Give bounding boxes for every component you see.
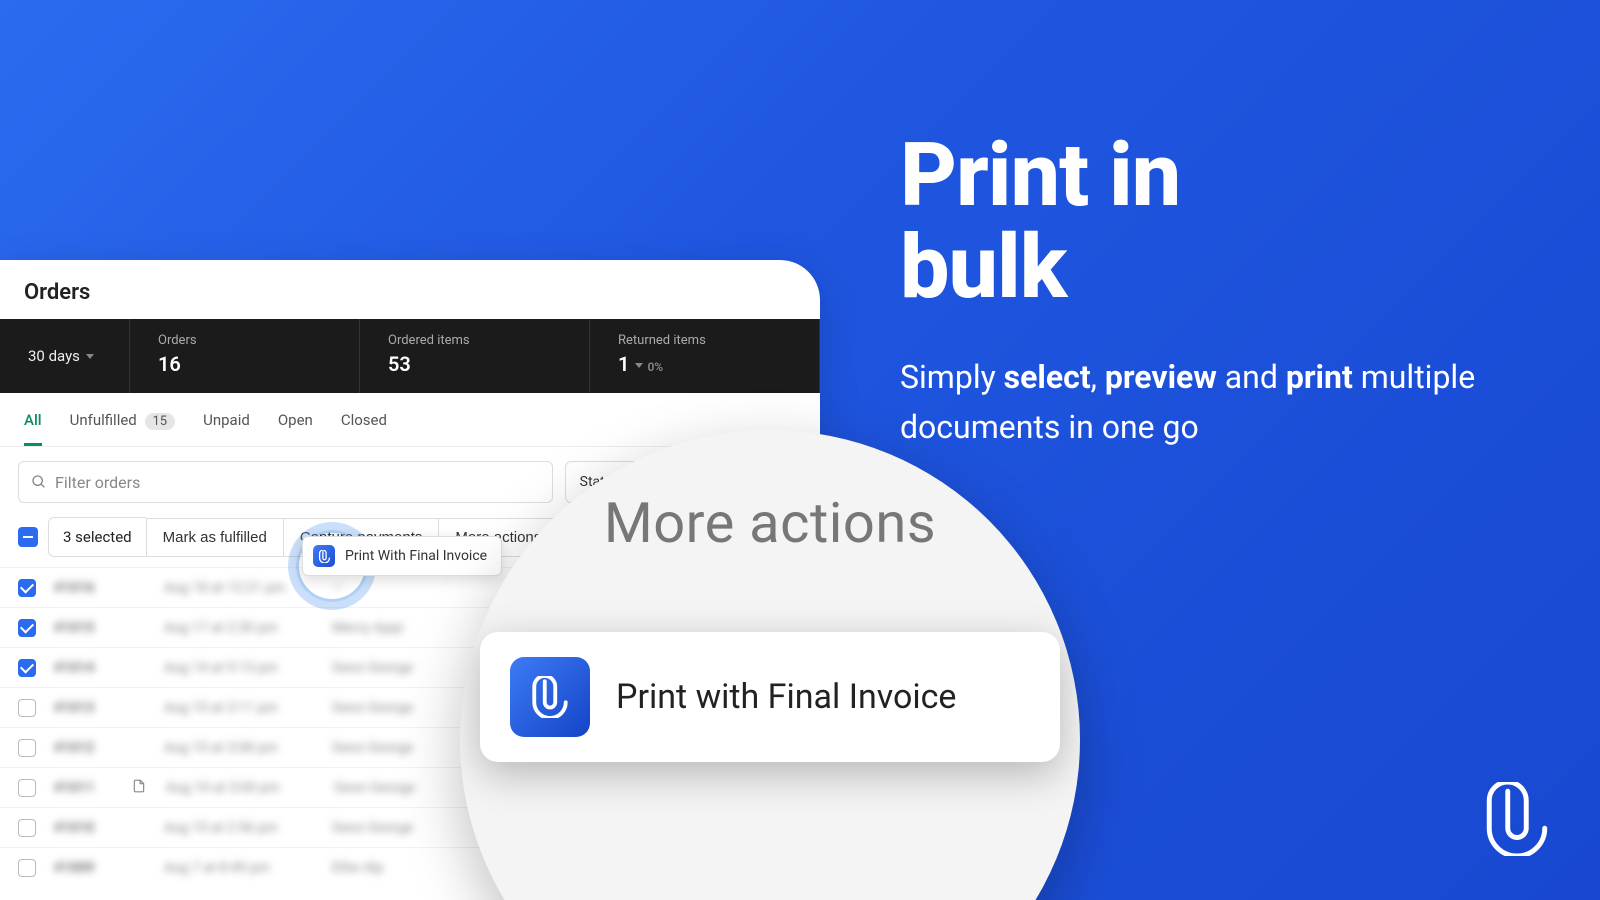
orders-title: Orders — [0, 260, 820, 319]
summary-bar: 30 days Orders 16 Ordered items 53 Retur… — [0, 319, 820, 393]
search-icon — [31, 474, 47, 490]
tab-unfulfilled-label: Unfulfilled — [70, 411, 137, 429]
order-customer: Geon George — [332, 820, 413, 836]
row-checkbox[interactable] — [18, 699, 36, 717]
timeframe-dropdown[interactable]: 30 days — [0, 319, 130, 393]
lens-header: More actions — [460, 490, 1080, 556]
order-id: #1013 — [54, 700, 114, 716]
order-id: #1012 — [54, 740, 114, 756]
tab-unfulfilled-badge: 15 — [145, 413, 176, 430]
print-menu-item[interactable]: Print with Final Invoice — [480, 632, 1060, 762]
stat-items: Ordered items 53 — [360, 319, 590, 393]
filter-placeholder: Filter orders — [55, 473, 140, 492]
tab-all[interactable]: All — [24, 411, 42, 446]
order-date: Aug 14 at 9:13 pm — [164, 660, 314, 676]
row-checkbox[interactable] — [18, 859, 36, 877]
hero-title: Print in bulk — [900, 130, 1500, 313]
order-customer: Geon George — [334, 780, 415, 796]
order-customer: — — [332, 580, 343, 596]
order-date: Aug 10 at 3:00 pm — [166, 780, 316, 796]
app-logo-icon — [510, 657, 590, 737]
tab-unpaid[interactable]: Unpaid — [203, 411, 250, 446]
row-checkbox[interactable] — [18, 739, 36, 757]
print-menu-item-label: Print with Final Invoice — [616, 677, 956, 717]
order-date: Aug 18 at 12:21 pm — [164, 580, 314, 596]
stat-returned-pct: 0% — [647, 360, 663, 374]
order-customer: Geon George — [332, 660, 413, 676]
stat-returned-value: 1 — [618, 352, 629, 376]
order-date: Aug 7 at 8:49 pm — [164, 860, 314, 876]
order-customer: Geon George — [332, 740, 413, 756]
mark-fulfilled-button[interactable]: Mark as fulfilled — [146, 518, 284, 557]
stat-returned-label: Returned items — [618, 333, 791, 348]
tab-open[interactable]: Open — [278, 411, 313, 446]
order-id: #1014 — [54, 660, 114, 676]
magnifier: More actions Print with Final Invoice — [460, 430, 1080, 900]
stat-items-label: Ordered items — [388, 333, 561, 348]
stat-orders-label: Orders — [158, 333, 331, 348]
order-customer: Ethe Alp — [332, 860, 384, 876]
order-date: Aug 10 at 2:56 pm — [164, 820, 314, 836]
order-customer: Mercy Ajayi — [332, 620, 404, 636]
order-id: #1011 — [54, 780, 114, 796]
order-date: Aug 10 at 3:08 pm — [164, 740, 314, 756]
row-checkbox[interactable] — [18, 659, 36, 677]
stat-items-value: 53 — [388, 352, 561, 376]
row-checkbox[interactable] — [18, 579, 36, 597]
stat-returned: Returned items 1 0% — [590, 319, 820, 393]
stat-orders-value: 16 — [158, 352, 331, 376]
select-all-checkbox[interactable] — [18, 527, 38, 547]
order-id: #1015 — [54, 620, 114, 636]
order-date: Aug 17 at 2:30 pm — [164, 620, 314, 636]
app-logo-icon — [313, 545, 335, 567]
order-id: #1016 — [54, 580, 114, 596]
brand-logo-icon — [1480, 782, 1554, 860]
tab-closed[interactable]: Closed — [341, 411, 387, 446]
selected-count: 3 selected — [48, 517, 146, 557]
stat-orders: Orders 16 — [130, 319, 360, 393]
order-date: Aug 10 at 3:11 pm — [164, 700, 314, 716]
hero-title-line2: bulk — [900, 216, 1066, 319]
timeframe-label: 30 days — [28, 347, 80, 365]
hero-text: Print in bulk Simply select, preview and… — [900, 130, 1500, 452]
order-customer: Geon George — [332, 700, 413, 716]
order-id: #1009 — [54, 860, 114, 876]
row-checkbox[interactable] — [18, 819, 36, 837]
row-checkbox[interactable] — [18, 619, 36, 637]
tab-unfulfilled[interactable]: Unfulfilled 15 — [70, 411, 176, 446]
row-checkbox[interactable] — [18, 779, 36, 797]
hero-title-line1: Print in — [900, 124, 1180, 227]
order-id: #1010 — [54, 820, 114, 836]
hero-description: Simply select, preview and print multipl… — [900, 353, 1500, 452]
document-icon — [132, 778, 148, 797]
